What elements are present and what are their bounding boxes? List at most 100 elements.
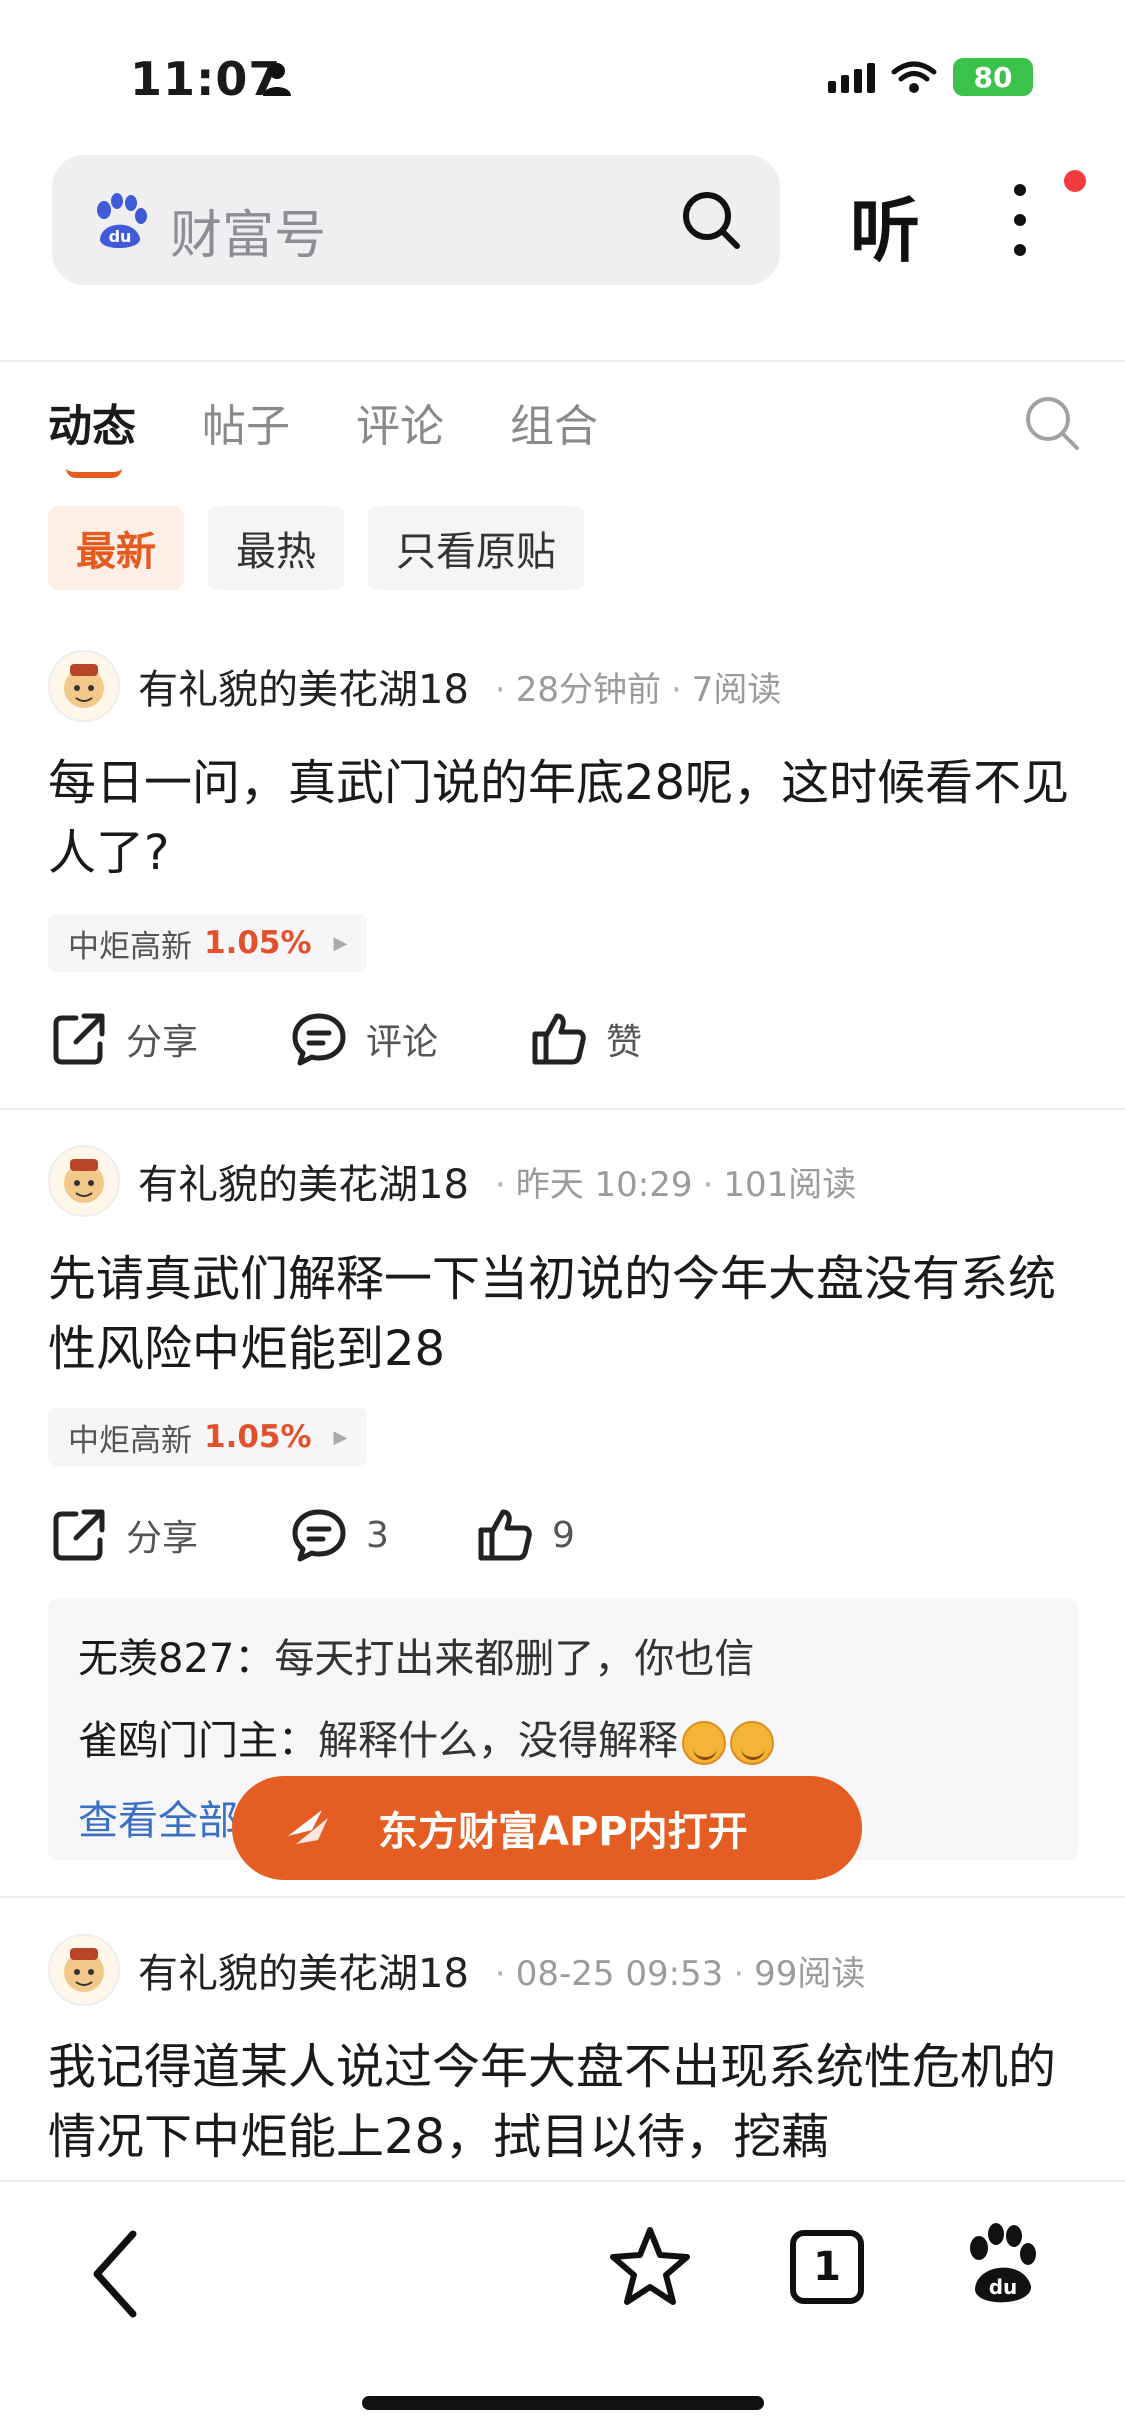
baidu-paw-icon[interactable]: du — [965, 2222, 1039, 2306]
post-time: 昨天 10:29 — [515, 1164, 693, 1205]
svg-text:du: du — [989, 2275, 1018, 2299]
back-icon[interactable] — [85, 2224, 145, 2324]
comment-label: 评论 — [366, 1022, 439, 1063]
tab-portfolio[interactable]: 组合 — [510, 390, 598, 454]
notification-dot — [1064, 170, 1086, 192]
tab-active-indicator — [66, 468, 122, 478]
post-reads: 7阅读 — [691, 669, 782, 710]
avatar[interactable] — [48, 1934, 120, 2006]
comment-count: 3 — [366, 1514, 389, 1556]
search-input[interactable]: 财富号 — [170, 193, 326, 268]
share-label: 分享 — [126, 1518, 199, 1559]
post-text[interactable]: 每日一问，真武门说的年底28呢，这时候看不见人了? — [48, 748, 1078, 888]
open-in-app-button[interactable]: 东方财富APP内打开 — [232, 1776, 862, 1880]
post-reads: 101阅读 — [723, 1164, 857, 1205]
baidu-paw-icon: du — [97, 193, 147, 249]
search-icon[interactable] — [1022, 393, 1082, 453]
status-time: 11:07 — [130, 52, 282, 106]
share-icon — [53, 1013, 105, 1065]
comment-button[interactable]: 评论 — [290, 1010, 530, 1068]
stock-tag[interactable]: 中炬高新 1.05% ▶ — [48, 1408, 368, 1466]
post-text[interactable]: 先请真武们解释一下当初说的今年大盘没有系统性风险中炬能到28 — [48, 1244, 1078, 1384]
status-indicators: 80 — [828, 58, 1033, 96]
post-author-row[interactable]: 有礼貌的美花湖18 · 08-25 09:53 · 99阅读 — [48, 1934, 865, 2006]
comment-item: 无羡827：每天打出来都删了，你也信 — [78, 1626, 754, 1684]
post-time: 08-25 09:53 — [515, 1953, 724, 1994]
post-author-row[interactable]: 有礼貌的美花湖18 · 28分钟前 · 7阅读 — [48, 650, 781, 722]
comment-text: 每天打出来都删了，你也信 — [274, 1636, 755, 1682]
star-icon[interactable] — [608, 2224, 692, 2308]
post-actions: 分享 3 9 — [50, 1506, 575, 1564]
filter-latest[interactable]: 最新 — [48, 506, 184, 590]
thumbs-up-icon — [478, 1509, 532, 1561]
comment-separator: ： — [234, 1636, 275, 1682]
search-icon[interactable] — [680, 189, 742, 251]
listen-button[interactable]: 听 — [850, 175, 920, 276]
comment-icon — [292, 1509, 346, 1562]
tab-switcher-button[interactable]: 1 — [790, 2230, 864, 2304]
svg-text:du: du — [109, 227, 132, 246]
home-indicator — [362, 2396, 764, 2410]
share-button[interactable]: 分享 — [50, 1010, 290, 1068]
smile-emoji-icon — [730, 1721, 774, 1765]
chevron-right-icon: ▶ — [333, 1426, 348, 1448]
comment-separator: ： — [278, 1718, 318, 1764]
post-divider — [0, 1896, 1125, 1898]
post-meta: · 昨天 10:29 · 101阅读 — [494, 1164, 857, 1205]
comment-text: 解释什么，没得解释 — [318, 1718, 678, 1764]
smile-emoji-icon — [682, 1721, 726, 1765]
post-author-row[interactable]: 有礼貌的美花湖18 · 昨天 10:29 · 101阅读 — [48, 1145, 856, 1217]
stock-name: 中炬高新 — [68, 928, 192, 965]
comment-button[interactable]: 3 — [290, 1506, 476, 1564]
share-icon — [53, 1509, 105, 1561]
avatar[interactable] — [48, 1145, 120, 1217]
stock-change: 1.05% — [204, 1419, 312, 1455]
tab-dynamics[interactable]: 动态 — [48, 390, 136, 478]
person-icon — [263, 63, 291, 96]
like-count: 9 — [552, 1514, 575, 1556]
content-tabs: 动态 帖子 评论 组合 — [48, 390, 598, 478]
post-reads: 99阅读 — [754, 1953, 866, 1994]
open-in-app-label: 东方财富APP内打开 — [378, 1809, 748, 1855]
cellular-signal-icon — [828, 61, 875, 93]
post-meta: · 28分钟前 · 7阅读 — [494, 669, 782, 710]
thumbs-up-icon — [532, 1013, 586, 1065]
more-menu-icon[interactable] — [1000, 180, 1040, 260]
commenter-name[interactable]: 雀鸥门门主 — [78, 1718, 278, 1764]
tab-posts[interactable]: 帖子 — [202, 390, 290, 454]
commenter-name[interactable]: 无羡827 — [78, 1636, 234, 1682]
tab-label: 动态 — [48, 401, 136, 452]
header-divider — [0, 360, 1125, 362]
view-all-comments-link[interactable]: 查看全部 — [78, 1788, 238, 1846]
search-bar[interactable]: du 财富号 — [52, 155, 780, 285]
author-name[interactable]: 有礼貌的美花湖18 — [138, 657, 469, 715]
post-meta: · 08-25 09:53 · 99阅读 — [494, 1953, 866, 1994]
like-button[interactable]: 9 — [476, 1506, 575, 1564]
status-bar: 11:07 80 — [0, 0, 1125, 140]
comment-icon — [292, 1013, 346, 1066]
avatar-icon — [64, 1159, 104, 1203]
filter-hottest[interactable]: 最热 — [208, 506, 344, 590]
battery-indicator: 80 — [953, 58, 1033, 96]
share-button[interactable]: 分享 — [50, 1506, 290, 1564]
post-text[interactable]: 我记得道某人说过今年大盘不出现系统性危机的情况下中炬能上28，拭目以待，挖藕 — [48, 2032, 1078, 2172]
avatar-icon — [64, 1948, 104, 1992]
post-divider — [0, 1108, 1125, 1110]
avatar[interactable] — [48, 650, 120, 722]
comment-item: 雀鸥门门主：解释什么，没得解释 — [78, 1708, 774, 1766]
stock-name: 中炬高新 — [68, 1422, 192, 1459]
like-label: 赞 — [606, 1022, 643, 1063]
wifi-icon — [891, 61, 937, 93]
tab-comments[interactable]: 评论 — [356, 390, 444, 454]
like-button[interactable]: 赞 — [530, 1010, 642, 1068]
stock-tag[interactable]: 中炬高新 1.05% ▶ — [48, 914, 368, 972]
avatar-icon — [64, 664, 104, 708]
eastmoney-logo-icon — [288, 1810, 328, 1844]
chevron-right-icon: ▶ — [333, 932, 348, 954]
author-name[interactable]: 有礼貌的美花湖18 — [138, 1152, 469, 1210]
stock-change: 1.05% — [204, 925, 312, 961]
author-name[interactable]: 有礼貌的美花湖18 — [138, 1941, 469, 1999]
filter-original-only[interactable]: 只看原贴 — [368, 506, 584, 590]
share-label: 分享 — [126, 1022, 199, 1063]
post-time: 28分钟前 — [515, 669, 661, 710]
